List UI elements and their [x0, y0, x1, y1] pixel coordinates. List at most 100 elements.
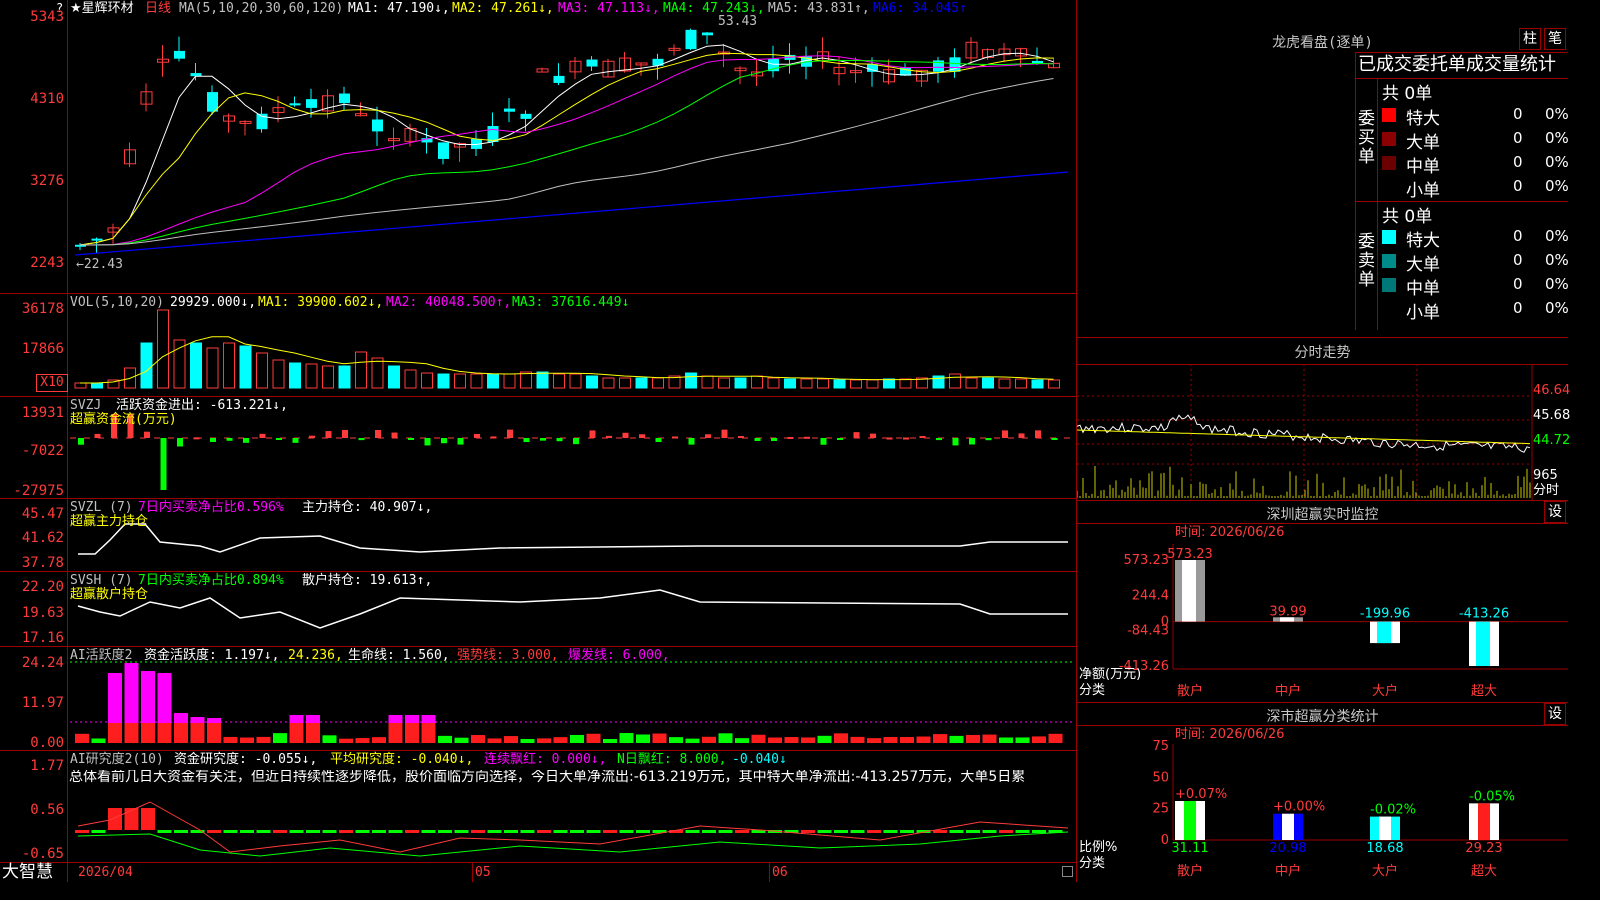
activity-bar: [883, 737, 898, 743]
svzj-title: SVZJ: [70, 398, 102, 413]
ai-comment: 总体看前几日大资金有关注，但近日持续性逐步降低，股价面临方向选择，今日大单净流出…: [69, 770, 1026, 785]
bar-view-button[interactable]: 柱: [1519, 28, 1541, 50]
activity-bar: [570, 734, 584, 743]
sell-count: 0: [1513, 227, 1523, 245]
main-chart-area[interactable]: ★星辉环材 日线 MA(5,10,20,30,60,120) MA1: 47.1…: [0, 0, 1077, 882]
activity-bar: [174, 713, 188, 723]
monitor-value-label: -199.96: [1360, 607, 1410, 622]
research-bar: [91, 830, 106, 833]
activity-bar: [306, 723, 320, 743]
monitor-settings-button[interactable]: 设: [1544, 501, 1566, 523]
month-axis-label: 06: [772, 865, 788, 880]
volume-bar: [899, 378, 912, 389]
fund-flow-bar: [556, 438, 563, 442]
intraday-chart[interactable]: [1077, 364, 1568, 500]
classify-change-label: -0.05%: [1469, 789, 1515, 804]
fund-flow-bar: [589, 430, 596, 438]
intraday-mode-label[interactable]: 分时: [1533, 483, 1559, 498]
activity-bar: [289, 723, 304, 743]
volume-bar: [1015, 378, 1027, 389]
activity-bar: [273, 733, 287, 743]
volume-bar: [289, 362, 301, 389]
ai-res-v4: N日飘红: 8.000,: [617, 752, 727, 767]
ai-res-v1: 资金研究度: -0.055↓,: [174, 752, 318, 767]
classify-change-label: +0.00%: [1273, 800, 1325, 815]
research-bar: [306, 830, 320, 833]
activity-bar: [933, 734, 947, 743]
research-bar: [603, 830, 617, 833]
svsh-value: 散户持仓: 19.613↑,: [302, 573, 433, 588]
buy-name: 小单: [1406, 181, 1440, 201]
buy-color-swatch: [1382, 132, 1396, 146]
volume-bar: [602, 377, 615, 389]
activity-bar: [355, 738, 370, 743]
vol-ma3: MA3: 37616.449↓: [512, 295, 630, 310]
ai-act-v4: 强势线: 3.000,: [457, 648, 559, 663]
volume-bar: [800, 378, 813, 389]
activity-bar: [75, 733, 89, 743]
volume-bar: [949, 373, 961, 389]
volume-bar: [718, 377, 730, 389]
buy-pct: 0%: [1545, 105, 1569, 123]
activity-bar: [636, 734, 650, 743]
ai-res-v3: 连续飘红: 0.000↓,: [484, 752, 607, 767]
activity-bar: [207, 718, 221, 723]
activity-bar: [339, 738, 353, 743]
activity-bar: [388, 715, 403, 723]
fund-flow-bar: [936, 438, 942, 441]
fund-flow-bar: [1035, 430, 1041, 438]
activity-bar: [850, 736, 865, 743]
activity-bar: [256, 736, 271, 743]
ma-line: [79, 60, 1054, 246]
monitor-axis-label: 净额(万元): [1079, 667, 1142, 682]
activity-bar: [108, 673, 122, 723]
fund-flow-bar: [606, 435, 612, 438]
research-bar: [256, 830, 271, 833]
research-bar: [157, 830, 172, 833]
svzj-subtitle: 超赢资金流(万元): [70, 412, 177, 427]
research-bar: [867, 830, 881, 833]
volume-bar: [998, 378, 1011, 389]
svzl-subtitle: 超赢主力持仓: [70, 514, 149, 529]
ai-act-v1: 资金活跃度: 1.197↓,: [144, 648, 280, 663]
sell-name: 小单: [1406, 303, 1440, 323]
svsh-ylabel: 22.20: [21, 579, 64, 595]
activity-bar: [190, 723, 205, 743]
activity-bar: [405, 715, 419, 723]
buy-color-swatch: [1382, 108, 1396, 122]
research-bar: [289, 830, 304, 833]
activity-bar: [240, 737, 254, 743]
monitor-ylabel: -84.43: [1127, 624, 1169, 639]
monitor-ylabel: 244.4: [1132, 588, 1169, 603]
research-bar: [999, 830, 1013, 833]
volume-bar: [272, 359, 285, 389]
activity-bar: [108, 723, 122, 743]
monitor-value-label: -413.26: [1459, 607, 1509, 622]
candle-body: [306, 99, 317, 108]
fund-flow-bar: [886, 437, 893, 440]
lock-icon[interactable]: [1062, 866, 1073, 877]
classify-settings-button[interactable]: 设: [1544, 703, 1566, 725]
ai-act-title: AI活跃度2: [70, 648, 133, 663]
tick-view-button[interactable]: 笔: [1544, 28, 1566, 50]
research-bar: [504, 830, 518, 833]
buy-count: 0: [1513, 177, 1523, 195]
vol-ylabel: 17866: [21, 341, 64, 357]
classify-axis-label: 分类: [1079, 856, 1106, 871]
monitor-title: 深圳超赢实时监控: [1266, 507, 1379, 523]
sell-row: 中单 0 0%: [1380, 274, 1569, 299]
fund-flow-bar: [639, 434, 645, 438]
research-bar: [883, 830, 898, 833]
divider: [1355, 52, 1568, 53]
fund-flow-bar: [276, 438, 282, 440]
fund-flow-bar: [391, 432, 398, 438]
volume-bar: [503, 373, 516, 389]
brand-logo[interactable]: 大智慧: [2, 862, 53, 882]
activity-bar: [454, 737, 469, 743]
svzl-ylabel: 45.47: [21, 506, 64, 522]
volume-bar: [190, 342, 202, 389]
monitor-category-label: 超大: [1471, 684, 1497, 699]
fund-flow-bar: [688, 438, 695, 445]
sell-orders-label: 委卖单: [1358, 232, 1375, 290]
candle-body: [553, 75, 565, 83]
